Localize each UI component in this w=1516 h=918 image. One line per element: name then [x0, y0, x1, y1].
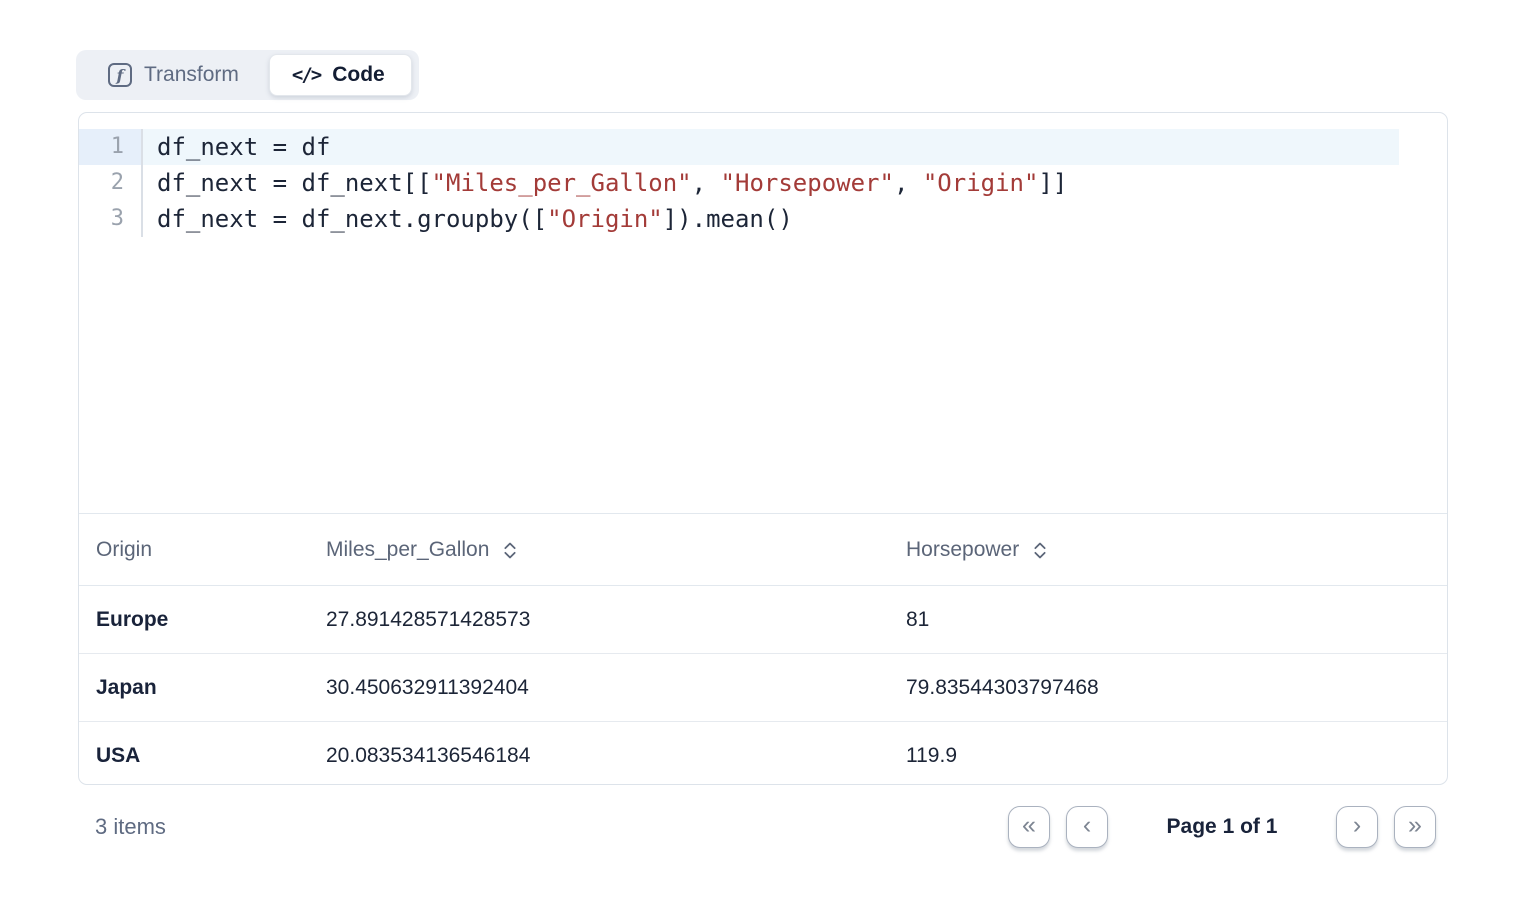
next-page-button[interactable]: › — [1336, 806, 1378, 848]
code-text: df_next = df — [157, 133, 330, 161]
code-line[interactable]: 3 df_next = df_next.groupby(["Origin"]).… — [79, 201, 1447, 237]
table-header-row: Origin Miles_per_Gallon Horsepower — [79, 514, 1447, 586]
tab-transform[interactable]: f Transform — [76, 50, 269, 100]
column-header-mpg[interactable]: Miles_per_Gallon — [309, 538, 889, 562]
pagination: « ‹ Page 1 of 1 › » — [1008, 806, 1436, 848]
sort-icon[interactable] — [503, 541, 517, 560]
code-text: ]] — [1038, 169, 1067, 197]
column-header-hp-label: Horsepower — [906, 538, 1019, 562]
last-page-button[interactable]: » — [1394, 806, 1436, 848]
tab-transform-label: Transform — [144, 63, 239, 87]
string-token: "Miles_per_Gallon" — [432, 169, 692, 197]
code-text: df_next = df_next.groupby([ — [157, 205, 547, 233]
column-header-hp[interactable]: Horsepower — [889, 538, 1447, 562]
table-row: Japan 30.450632911392404 79.835443037974… — [79, 654, 1447, 722]
row-origin: Europe — [79, 608, 309, 632]
transform-panel: 1 df_next = df 2 df_next = df_next[["Mil… — [78, 112, 1448, 785]
row-origin: Japan — [79, 676, 309, 700]
table-footer: 3 items « ‹ Page 1 of 1 › » — [78, 799, 1448, 855]
code-line[interactable]: 2 df_next = df_next[["Miles_per_Gallon",… — [79, 165, 1447, 201]
string-token: "Origin" — [923, 169, 1039, 197]
row-origin: USA — [79, 744, 309, 768]
double-chevron-left-icon: « — [1022, 813, 1036, 838]
row-hp: 119.9 — [889, 744, 1447, 768]
line-number: 2 — [79, 165, 143, 201]
row-mpg: 27.891428571428573 — [309, 608, 889, 632]
line-number: 1 — [79, 129, 143, 165]
chevron-left-icon: ‹ — [1083, 813, 1091, 838]
table-row: USA 20.083534136546184 119.9 — [79, 722, 1447, 790]
column-header-mpg-label: Miles_per_Gallon — [326, 538, 489, 562]
chevron-right-icon: › — [1353, 813, 1361, 838]
line-number: 3 — [79, 201, 143, 237]
code-icon: </> — [292, 64, 320, 86]
string-token: "Horsepower" — [721, 169, 894, 197]
view-mode-tabbar: f Transform </> Code — [76, 50, 419, 100]
page-indicator: Page 1 of 1 — [1166, 815, 1278, 839]
code-editor[interactable]: 1 df_next = df 2 df_next = df_next[["Mil… — [79, 113, 1447, 513]
code-line[interactable]: 1 df_next = df — [79, 129, 1447, 165]
row-hp: 81 — [889, 608, 1447, 632]
row-hp: 79.83544303797468 — [889, 676, 1447, 700]
table-row: Europe 27.891428571428573 81 — [79, 586, 1447, 654]
first-page-button[interactable]: « — [1008, 806, 1050, 848]
sort-icon[interactable] — [1033, 541, 1047, 560]
row-mpg: 20.083534136546184 — [309, 744, 889, 768]
code-text: df_next = df_next[[ — [157, 169, 432, 197]
string-token: "Origin" — [547, 205, 663, 233]
tab-code[interactable]: </> Code — [269, 54, 412, 96]
tab-code-label: Code — [332, 63, 385, 87]
items-count: 3 items — [78, 814, 166, 840]
previous-page-button[interactable]: ‹ — [1066, 806, 1108, 848]
code-text: , — [894, 169, 923, 197]
double-chevron-right-icon: » — [1408, 813, 1422, 838]
code-text: ]).mean() — [663, 205, 793, 233]
function-icon: f — [108, 63, 132, 87]
result-table: Origin Miles_per_Gallon Horsepower — [79, 513, 1447, 790]
code-text: , — [692, 169, 721, 197]
row-mpg: 30.450632911392404 — [309, 676, 889, 700]
column-header-origin: Origin — [79, 538, 309, 562]
